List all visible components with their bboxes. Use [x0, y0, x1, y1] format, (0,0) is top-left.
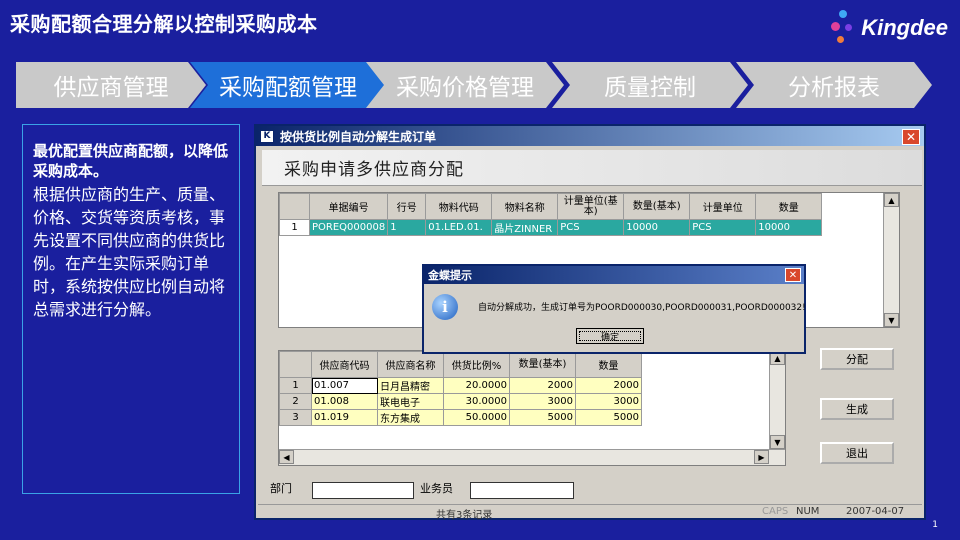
app-icon: K: [260, 129, 274, 143]
scroll-up-icon[interactable]: ▲: [884, 193, 899, 207]
column-header: 数量(基本): [623, 193, 691, 220]
column-header: 供应商名称: [377, 351, 444, 378]
window-titlebar: K 按供货比例自动分解生成订单: [256, 126, 924, 146]
column-header: 数量: [575, 351, 642, 378]
num-indicator: NUM: [796, 506, 820, 517]
column-header: 供应商代码: [311, 351, 378, 378]
table-row[interactable]: 1 01.007 日月昌精密 20.0000 2000 2000: [279, 377, 642, 394]
dialog-titlebar: 金蝶提示: [424, 266, 804, 284]
dialog-title: 金蝶提示: [428, 269, 472, 282]
scroll-down-icon[interactable]: ▼: [770, 435, 785, 449]
horizontal-scrollbar[interactable]: ◀ ▶: [279, 449, 785, 465]
tab-supplier-management[interactable]: 供应商管理: [16, 62, 206, 108]
description-box: 最优配置供应商配额，以降低采购成本。 根据供应商的生产、质量、价格、交货等资质考…: [22, 124, 240, 494]
column-header: 供货比例%: [443, 351, 510, 378]
module-tabs: 供应商管理 采购配额管理 采购价格管理 质量控制 分析报表: [16, 62, 936, 108]
supplier-table: 供应商代码 供应商名称 供货比例% 数量(基本) 数量 1 01.007 日月昌…: [279, 351, 642, 426]
staff-label: 业务员: [420, 482, 453, 495]
table-row[interactable]: 1 POREQ000008 1 01.LED.01. 晶片ZINNER PCS …: [279, 219, 823, 236]
dialog-close-icon[interactable]: ✕: [785, 268, 801, 282]
ok-button[interactable]: 确定: [576, 328, 644, 344]
supplier-grid[interactable]: 供应商代码 供应商名称 供货比例% 数量(基本) 数量 1 01.007 日月昌…: [278, 350, 786, 466]
tab-analysis-reports[interactable]: 分析报表: [736, 62, 932, 108]
scroll-left-icon[interactable]: ◀: [279, 450, 294, 464]
vertical-scrollbar[interactable]: ▲ ▼: [883, 193, 899, 327]
tab-quality-control[interactable]: 质量控制: [552, 62, 748, 108]
banner: 采购申请多供应商分配: [262, 150, 922, 186]
info-icon: i: [432, 294, 458, 320]
vertical-scrollbar[interactable]: ▲ ▼: [769, 351, 785, 449]
scroll-right-icon[interactable]: ▶: [754, 450, 769, 464]
record-count: 共有3条记录: [436, 510, 493, 521]
kingdee-prompt-dialog: 金蝶提示 ✕ i 自动分解成功，生成订单号为POORD000030,POORD0…: [422, 264, 806, 354]
caps-indicator: CAPS: [762, 506, 789, 517]
column-header: 行号: [387, 193, 427, 220]
requisition-table: 单据编号 行号 物料代码 物料名称 计量单位(基本) 数量(基本) 计量单位 数…: [279, 193, 823, 236]
scroll-down-icon[interactable]: ▼: [884, 313, 899, 327]
dialog-message: 自动分解成功，生成订单号为POORD000030,POORD000031,POO…: [478, 303, 806, 313]
column-header: 物料名称: [491, 193, 559, 220]
logo-text: Kingdee: [861, 15, 948, 40]
status-bar: 共有3条记录 CAPS NUM 2007-04-07: [258, 504, 922, 521]
column-header: 数量(基本): [509, 351, 576, 378]
column-header: 数量: [755, 193, 823, 220]
table-row[interactable]: 2 01.008 联电电子 30.0000 3000 3000: [279, 393, 642, 410]
tab-price-management[interactable]: 采购价格管理: [366, 62, 564, 108]
staff-field[interactable]: [470, 482, 574, 499]
slide-title: 采购配额合理分解以控制采购成本: [10, 12, 318, 36]
column-header: 计量单位(基本): [557, 193, 625, 220]
banner-title: 采购申请多供应商分配: [284, 160, 464, 180]
description-body: 根据供应商的生产、质量、价格、交货等资质考核，事先设置不同供应商的供货比例。在产…: [33, 185, 226, 319]
kingdee-logo: Kingdee: [831, 10, 948, 46]
table-row[interactable]: 3 01.019 东方集成 50.0000 5000 5000: [279, 409, 642, 426]
close-icon[interactable]: ✕: [902, 129, 920, 145]
tab-quota-management[interactable]: 采购配额管理: [190, 62, 386, 108]
column-header: 物料代码: [425, 193, 493, 220]
generate-button[interactable]: 生成: [820, 398, 894, 420]
department-label: 部门: [270, 482, 292, 495]
status-date: 2007-04-07: [846, 506, 905, 517]
department-field[interactable]: [312, 482, 414, 499]
allocate-button[interactable]: 分配: [820, 348, 894, 370]
logo-dots-icon: [831, 10, 857, 46]
column-header: 计量单位: [689, 193, 757, 220]
exit-button[interactable]: 退出: [820, 442, 894, 464]
page-number: 1: [932, 520, 938, 530]
column-header: 单据编号: [308, 193, 389, 220]
description-heading: 最优配置供应商配额，以降低采购成本。: [33, 142, 229, 180]
window-title: 按供货比例自动分解生成订单: [280, 129, 437, 144]
